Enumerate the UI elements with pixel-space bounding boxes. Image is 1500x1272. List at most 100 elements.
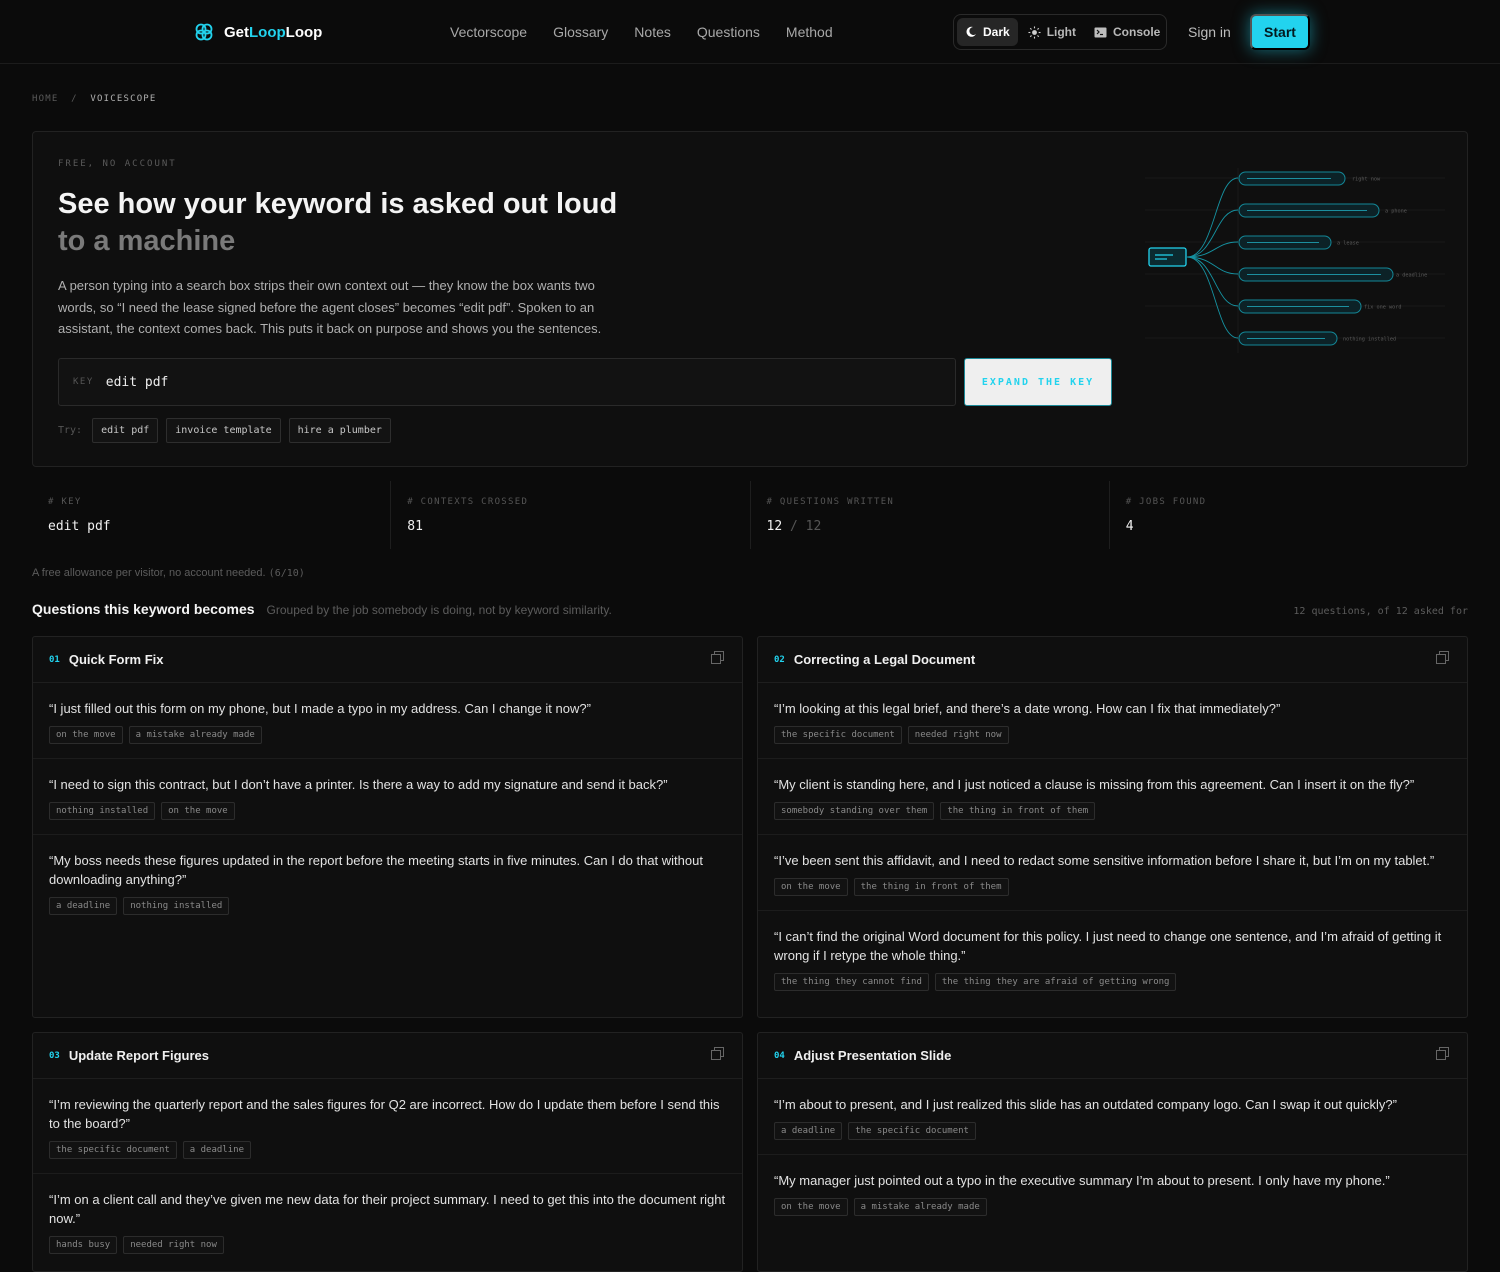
nav-link-method[interactable]: Method [786, 24, 833, 40]
context-tags: a deadline nothing installed [49, 897, 726, 929]
card-header: 02 Correcting a Legal Document [758, 637, 1467, 683]
context-tags: a deadline the specific document [774, 1122, 1451, 1154]
question-text: “I need to sign this contract, but I don… [49, 777, 668, 792]
keyword-node [1148, 247, 1187, 267]
start-button[interactable]: Start [1250, 14, 1310, 50]
viz-label-a-deadline: a deadline [1396, 273, 1427, 279]
try-label: Try: [58, 425, 83, 436]
nav-link-glossary[interactable]: Glossary [553, 24, 608, 40]
copy-icon[interactable] [711, 651, 724, 664]
card-header: 04 Adjust Presentation Slide [758, 1033, 1467, 1079]
theme-light-label: Light [1046, 25, 1077, 39]
context-tag: needed right now [123, 1236, 224, 1254]
theme-console-button[interactable]: Console [1086, 18, 1168, 46]
theme-console-label: Console [1113, 25, 1161, 39]
sign-in-link[interactable]: Sign in [1188, 24, 1231, 40]
nav-links: Vectorscope Glossary Notes Questions Met… [450, 24, 833, 40]
top-navigation: GetLoopLoop Vectorscope Glossary Notes Q… [0, 0, 1500, 64]
copy-icon[interactable] [1436, 651, 1449, 664]
question-item: “I’m reviewing the quarterly report and … [33, 1079, 742, 1174]
context-tag: on the move [774, 878, 848, 896]
allowance-text: A free allowance per visitor, no account… [32, 567, 266, 579]
breadcrumb-separator: / [71, 94, 78, 104]
nav-link-questions[interactable]: Questions [697, 24, 760, 40]
context-tag: the specific document [49, 1141, 177, 1159]
stat-label: # CONTEXTS CROSSED [407, 497, 529, 507]
stat-contexts: # CONTEXTS CROSSED 81 [391, 481, 751, 549]
card-title: Correcting a Legal Document [793, 652, 976, 667]
theme-dark-button[interactable]: Dark [957, 18, 1018, 46]
hero-eyebrow: FREE, NO ACCOUNT [58, 159, 177, 169]
question-item: “My boss needs these figures updated in … [33, 835, 742, 929]
context-tag: on the move [49, 726, 123, 744]
keyword-field: KEY [58, 358, 956, 406]
page-title: See how your keyword is asked out loud t… [58, 186, 617, 260]
job-card: 02 Correcting a Legal Document “I’m look… [757, 636, 1468, 1018]
brand-logo[interactable]: GetLoopLoop [194, 22, 322, 42]
breadcrumb-home[interactable]: HOME [32, 94, 58, 104]
stat-questions: # QUESTIONS WRITTEN 12 / 12 [751, 481, 1110, 549]
stat-value: 81 [407, 519, 423, 534]
context-tag: a deadline [774, 1122, 843, 1140]
stat-jobs: # JOBS FOUND 4 [1110, 481, 1468, 549]
stats-row: # KEY edit pdf # CONTEXTS CROSSED 81 # Q… [32, 481, 1468, 549]
breadcrumb-current: VOICESCOPE [90, 94, 157, 104]
section-subtitle: Grouped by the job somebody is doing, no… [266, 603, 612, 617]
job-card: 04 Adjust Presentation Slide “I’m about … [757, 1032, 1468, 1272]
nav-link-notes[interactable]: Notes [634, 24, 671, 40]
breadcrumb: HOME / VOICESCOPE [32, 94, 157, 104]
question-item: “I’ve been sent this affidavit, and I ne… [758, 835, 1467, 911]
context-tag: somebody standing over them [774, 802, 935, 820]
stat-label: # JOBS FOUND [1125, 497, 1207, 507]
context-tag: nothing installed [49, 802, 156, 820]
page-title-dim: to a machine [58, 225, 236, 257]
context-tag: the thing in front of them [853, 878, 1009, 896]
context-tag: on the move [774, 1198, 848, 1216]
context-tag: a mistake already made [853, 1198, 987, 1216]
nav-link-vectorscope[interactable]: Vectorscope [450, 24, 527, 40]
loop-logo-icon [195, 23, 213, 41]
keyword-label: KEY [73, 377, 94, 387]
theme-light-button[interactable]: Light [1020, 18, 1084, 46]
section-title: Questions this keyword becomes [32, 601, 255, 617]
expand-key-button[interactable]: EXPAND THE KEY [964, 358, 1112, 406]
stat-label: # KEY [48, 497, 82, 507]
context-diagram: right now a phone a lease a deadline fix… [1145, 168, 1445, 353]
copy-icon[interactable] [711, 1047, 724, 1060]
try-suggestions: Try: edit pdf invoice template hire a pl… [58, 418, 391, 443]
terminal-icon [1094, 27, 1107, 37]
context-tag: the thing they are afraid of getting wro… [934, 973, 1177, 991]
context-tags: the specific document a deadline [49, 1141, 726, 1173]
question-text: “I can’t find the original Word document… [774, 929, 1442, 963]
context-tags: the specific document needed right now [774, 726, 1451, 758]
context-tag: hands busy [49, 1236, 118, 1254]
try-chip-hire-a-plumber[interactable]: hire a plumber [288, 418, 391, 443]
context-tag: the specific document [848, 1122, 976, 1140]
question-item: “I’m about to present, and I just realiz… [758, 1079, 1467, 1155]
context-tag: on the move [161, 802, 235, 820]
hero-description: A person typing into a search box strips… [58, 278, 602, 336]
context-tag: needed right now [907, 726, 1009, 744]
keyword-input[interactable] [105, 374, 906, 390]
question-item: “I need to sign this contract, but I don… [33, 759, 742, 835]
context-tag: a deadline [49, 897, 118, 915]
page-title-main: See how your keyword is asked out loud [58, 188, 618, 220]
section-count: 12 questions, of 12 asked for [1293, 606, 1468, 617]
context-tags: somebody standing over them the thing in … [774, 802, 1451, 834]
question-text: “I’m on a client call and they’ve given … [49, 1192, 726, 1226]
question-text: “I’ve been sent this affidavit, and I ne… [774, 853, 1435, 868]
copy-icon[interactable] [1436, 1047, 1449, 1060]
context-tag: the specific document [774, 726, 902, 744]
card-number: 04 [774, 1050, 785, 1061]
try-chip-invoice-template[interactable]: invoice template [166, 418, 281, 443]
question-item: “I can’t find the original Word document… [758, 911, 1467, 1005]
viz-label-a-phone: a phone [1385, 209, 1407, 215]
question-item: “I’m looking at this legal brief, and th… [758, 683, 1467, 759]
context-tag: the thing in front of them [940, 802, 1096, 820]
question-text: “I’m reviewing the quarterly report and … [49, 1097, 720, 1131]
try-chip-edit-pdf[interactable]: edit pdf [92, 418, 159, 443]
context-tags: on the move the thing in front of them [774, 878, 1451, 910]
context-tags: on the move a mistake already made [774, 1198, 1451, 1230]
question-item: “I just filled out this form on my phone… [33, 683, 742, 759]
question-text: “I’m looking at this legal brief, and th… [774, 701, 1281, 716]
